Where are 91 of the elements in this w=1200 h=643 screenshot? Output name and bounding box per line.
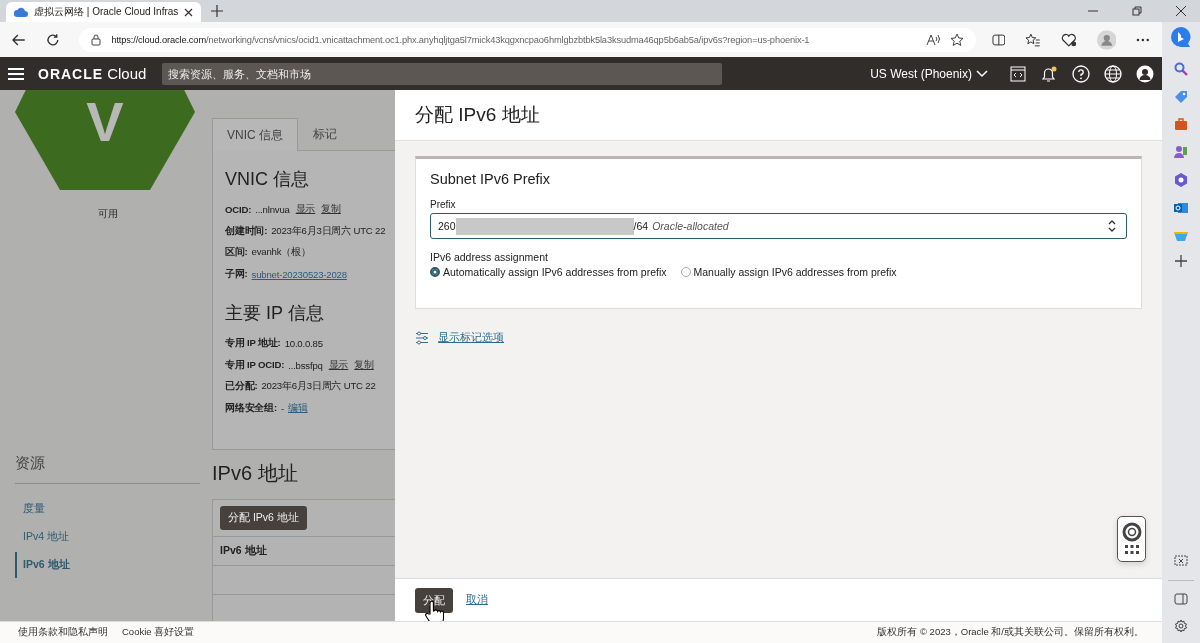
close-icon[interactable] xyxy=(1176,6,1186,16)
region-selector[interactable]: US West (Phoenix) xyxy=(870,66,988,81)
field-label: 专用 IP OCID: xyxy=(225,358,285,372)
heart-icon[interactable] xyxy=(1061,32,1077,47)
reload-icon[interactable] xyxy=(45,32,60,47)
radio-button[interactable] xyxy=(430,267,440,277)
section-heading: 主要 IP 信息 xyxy=(225,302,325,325)
field-label: IPv6 address assignment xyxy=(430,251,549,263)
field-label: 创建时间: xyxy=(225,224,268,238)
logo-brand[interactable]: ORACLE xyxy=(38,66,104,82)
prefix-value: 260 xyxy=(438,220,456,232)
read-aloud-icon[interactable] xyxy=(925,33,940,46)
sliders-icon[interactable] xyxy=(415,331,429,345)
radio-label[interactable]: Automatically assign IPv6 addresses from prefix xyxy=(443,266,667,278)
field-label: 网络安全组: xyxy=(225,401,277,415)
action-link[interactable]: 复制 xyxy=(354,358,374,372)
search-icon[interactable] xyxy=(1174,62,1188,76)
close-icon[interactable] xyxy=(184,7,194,17)
chat-icon[interactable] xyxy=(1170,26,1192,48)
tag-icon[interactable] xyxy=(1174,90,1188,104)
restore-icon[interactable] xyxy=(1132,6,1142,16)
globe-icon[interactable] xyxy=(1104,64,1122,83)
field-value: 2023年6月3日周六 UTC 22 xyxy=(261,380,376,394)
field-label: 区间: xyxy=(225,246,248,260)
column-header: IPv6 地址 xyxy=(220,544,267,558)
sidebar-panel-icon[interactable] xyxy=(1174,593,1188,605)
add-icon[interactable] xyxy=(211,5,224,17)
prefix-value: /64 xyxy=(633,220,649,232)
chevron-down-icon xyxy=(976,69,988,78)
logo-product[interactable]: Cloud xyxy=(107,65,147,82)
section-heading: IPv6 地址 xyxy=(212,461,299,486)
user-icon[interactable] xyxy=(1136,64,1154,83)
screenshot-icon[interactable] xyxy=(1174,555,1188,568)
status-label: 可用 xyxy=(96,207,119,221)
settings-icon[interactable] xyxy=(1174,619,1188,633)
resource-link[interactable]: 度量 xyxy=(15,496,200,522)
action-link[interactable]: 编辑 xyxy=(288,401,308,415)
add-icon[interactable] xyxy=(1175,255,1187,267)
field-value: - xyxy=(281,402,284,414)
address-bar[interactable]: https://cloud.oracle.com/networking/vcns/vnics/ocid1.vnicattachment.oc1.phx.anyhqljtga5l7mick43kqgxncpao6hmlgbzbtbk5la3ksudma46qp5b6ab5a/ipv6s?region=us-phoenix-1 xyxy=(79,27,976,52)
field-label: 已分配: xyxy=(225,380,258,394)
field-value: 10.0.0.85 xyxy=(284,338,323,350)
lock-icon xyxy=(91,33,102,46)
code-editor-icon[interactable] xyxy=(1010,65,1026,82)
copyright-text: 版权所有 © 2023，Oracle 和/或其关联公司。保留所有权利。 xyxy=(877,626,1144,639)
briefcase-icon[interactable] xyxy=(1174,118,1188,131)
radio-button[interactable] xyxy=(680,267,691,277)
resources-heading: 资源 xyxy=(15,454,200,484)
favorites-icon[interactable] xyxy=(1025,32,1042,47)
search-field[interactable]: 搜索资源、服务、文档和市场 xyxy=(162,62,723,85)
field-value: ...nlnvua xyxy=(255,204,290,216)
field-label: 子网: xyxy=(225,267,248,281)
updown-icon xyxy=(1108,220,1116,232)
mail-icon[interactable] xyxy=(1174,201,1188,215)
bell-icon[interactable] xyxy=(1040,64,1058,83)
tag-options-link[interactable]: 显示标记选项 xyxy=(438,331,504,345)
tab[interactable]: VNIC 信息 xyxy=(212,118,298,151)
back-icon[interactable] xyxy=(12,33,26,46)
radio-label[interactable]: Manually assign IPv6 addresses from prefix xyxy=(693,266,897,278)
browser-tab[interactable]: 虚拟云网络 | Oracle Cloud Infras xyxy=(6,2,202,22)
section-heading: VNIC 信息 xyxy=(225,168,310,191)
more-icon[interactable] xyxy=(1136,37,1150,42)
action-link[interactable]: 显示 xyxy=(328,358,349,372)
subnet-link[interactable]: subnet-20230523-2028 xyxy=(251,268,347,280)
field-value: ...bssfpq xyxy=(288,359,323,371)
menu-icon[interactable] xyxy=(8,67,24,80)
help-button[interactable] xyxy=(1117,516,1146,562)
cancel-link[interactable]: 取消 xyxy=(466,593,488,607)
resource-link[interactable]: IPv4 地址 xyxy=(15,524,200,550)
field-value: evanhk（根） xyxy=(251,246,311,260)
prefix-select[interactable]: 260 /64 Oracle-allocated xyxy=(430,213,1127,239)
people-icon[interactable] xyxy=(1174,145,1188,159)
profile-icon[interactable] xyxy=(1096,29,1117,50)
star-icon[interactable] xyxy=(949,32,964,47)
action-link[interactable]: 复制 xyxy=(321,203,341,217)
allocation-note: Oracle-allocated xyxy=(652,220,729,232)
action-link[interactable]: 显示 xyxy=(295,203,316,217)
tab[interactable]: 标记 xyxy=(298,118,352,151)
cloud-icon xyxy=(14,7,28,17)
card-title: Subnet IPv6 Prefix xyxy=(430,171,552,187)
field-label: 专用 IP 地址: xyxy=(225,337,281,351)
field-value: 2023年6月3日周六 UTC 22 xyxy=(271,224,386,238)
footer-link[interactable]: Cookie 喜好设置 xyxy=(122,626,195,639)
split-screen-icon[interactable] xyxy=(991,33,1006,46)
field-label: Prefix xyxy=(430,199,457,210)
field-label: OCID: xyxy=(225,204,252,216)
hexagon-icon[interactable] xyxy=(1174,173,1188,187)
assign-button[interactable]: 分配 IPv6 地址 xyxy=(220,506,307,530)
help-icon[interactable] xyxy=(1072,64,1090,83)
resource-link[interactable]: IPv6 地址 xyxy=(15,552,200,578)
footer-link[interactable]: 使用条款和隐私声明 xyxy=(18,626,108,639)
